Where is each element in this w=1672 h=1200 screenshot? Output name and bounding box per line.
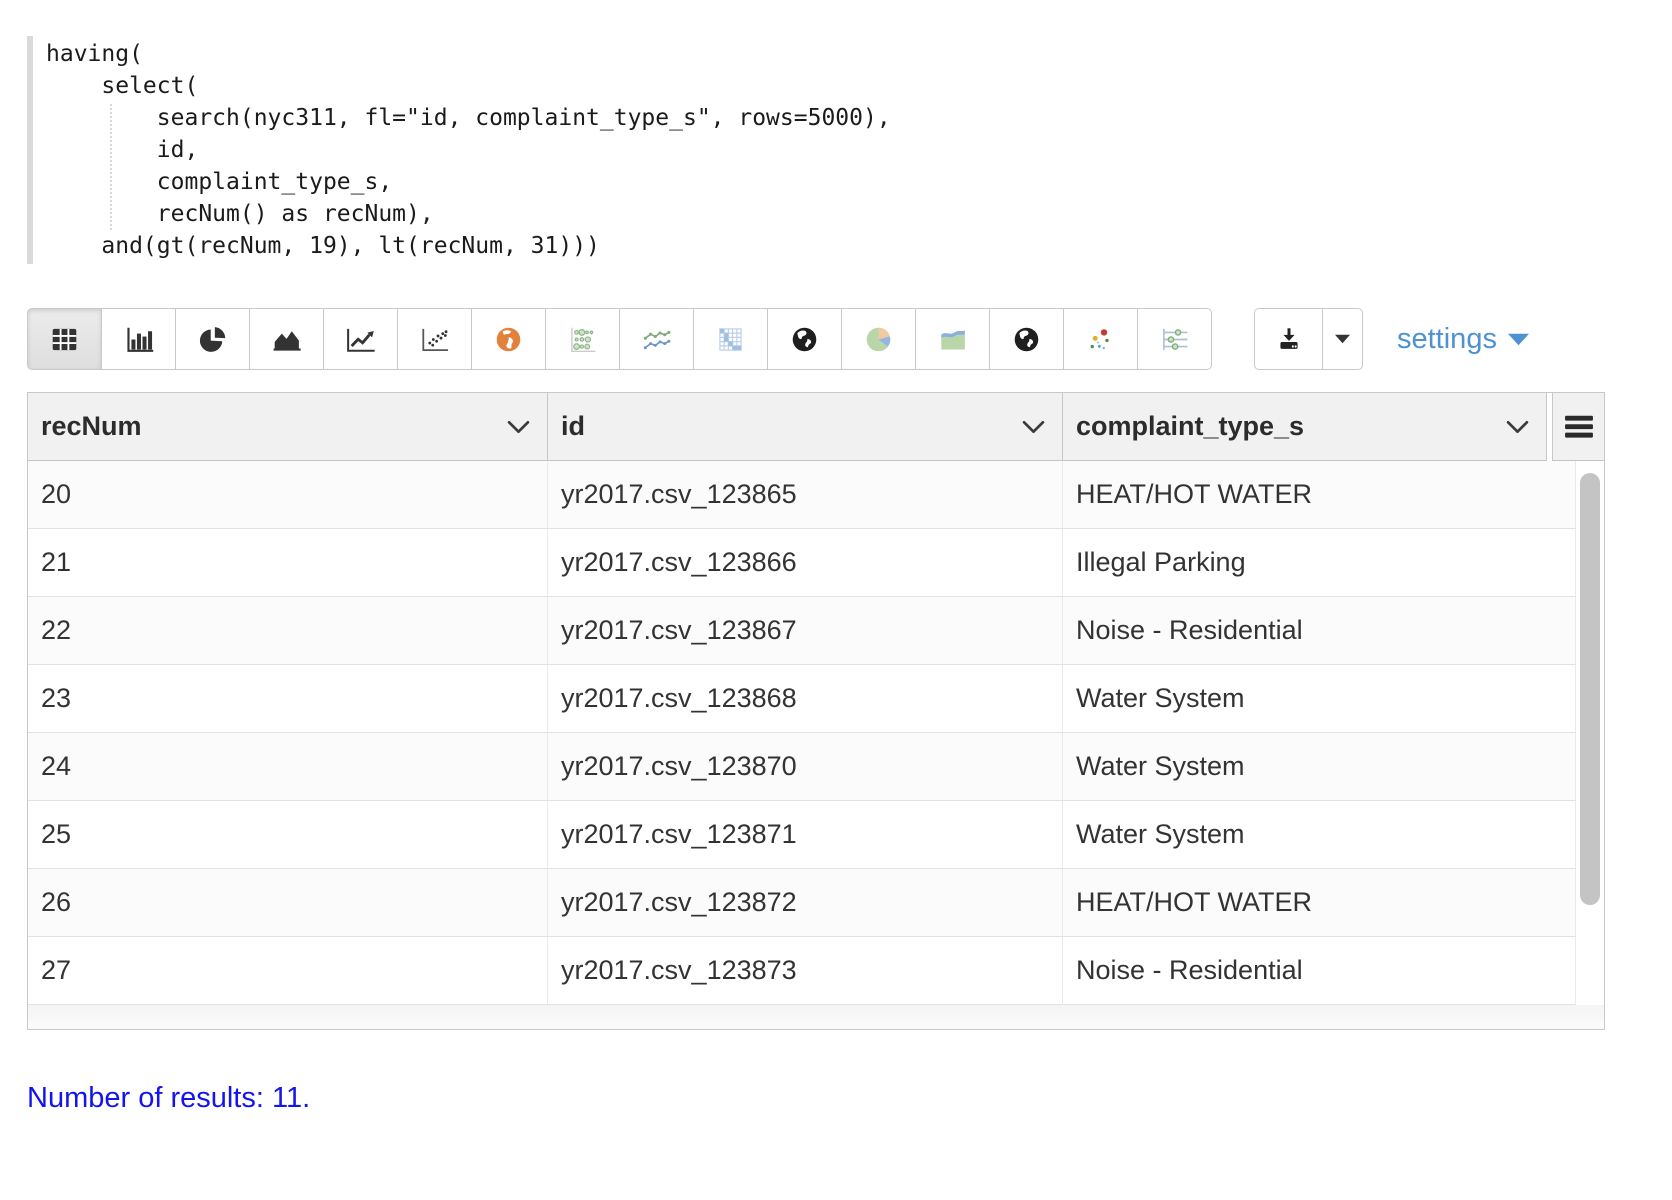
- area-chart-icon: [270, 323, 303, 356]
- cell-complaint-type: Water System: [1063, 801, 1576, 868]
- cell-recnum: 22: [28, 597, 548, 664]
- area-chart-button[interactable]: [249, 308, 324, 370]
- results-count: Number of results: 11.: [27, 1082, 1672, 1115]
- scatter-plot-button[interactable]: [397, 308, 472, 370]
- map-button[interactable]: [471, 308, 546, 370]
- scatter-plot-icon: [418, 323, 451, 356]
- table-body: 20 yr2017.csv_123865 HEAT/HOT WATER 21 y…: [28, 461, 1604, 1005]
- bar-chart-icon: [122, 323, 155, 356]
- table-row: 20 yr2017.csv_123865 HEAT/HOT WATER: [28, 461, 1576, 529]
- table-row: 26 yr2017.csv_123872 HEAT/HOT WATER: [28, 869, 1576, 937]
- sort-chevron-icon[interactable]: [1506, 420, 1529, 434]
- cell-complaint-type: Noise - Residential: [1063, 937, 1576, 1004]
- cell-complaint-type: Noise - Residential: [1063, 597, 1576, 664]
- bubble-chart-button[interactable]: [545, 308, 620, 370]
- cell-complaint-type: HEAT/HOT WATER: [1063, 461, 1576, 528]
- settings-label: settings: [1397, 323, 1497, 356]
- cell-complaint-type: HEAT/HOT WATER: [1063, 869, 1576, 936]
- bubble-matrix-icon: [566, 323, 599, 356]
- sort-chevron-icon[interactable]: [1022, 420, 1045, 434]
- table-row: 23 yr2017.csv_123868 Water System: [28, 665, 1576, 733]
- multi-line-chart-button[interactable]: [619, 308, 694, 370]
- cell-recnum: 23: [28, 665, 548, 732]
- globe-icon: [788, 323, 821, 356]
- pie-chart-color-button[interactable]: [841, 308, 916, 370]
- table-row: 22 yr2017.csv_123867 Noise - Residential: [28, 597, 1576, 665]
- map-orange-globe-icon: [492, 323, 525, 356]
- cell-recnum: 20: [28, 461, 548, 528]
- scrollbar-thumb[interactable]: [1580, 473, 1600, 905]
- cell-id: yr2017.csv_123871: [548, 801, 1063, 868]
- heatmap-button[interactable]: [693, 308, 768, 370]
- cell-id: yr2017.csv_123868: [548, 665, 1063, 732]
- cell-recnum: 24: [28, 733, 548, 800]
- globe-2-icon: [1010, 323, 1043, 356]
- pie-chart-button[interactable]: [175, 308, 250, 370]
- table-body-wrap: 20 yr2017.csv_123865 HEAT/HOT WATER 21 y…: [28, 461, 1604, 1005]
- download-icon: [1274, 324, 1304, 354]
- cell-id: yr2017.csv_123873: [548, 937, 1063, 1004]
- scatter-color-button[interactable]: [1063, 308, 1138, 370]
- column-header-complaint-type[interactable]: complaint_type_s: [1063, 393, 1547, 461]
- column-label: complaint_type_s: [1076, 411, 1304, 442]
- settings-link[interactable]: settings: [1397, 308, 1529, 370]
- results-table: recNum id complaint_type_s: [27, 392, 1605, 1030]
- download-button-group: [1254, 308, 1363, 370]
- bar-chart-button[interactable]: [101, 308, 176, 370]
- column-label: id: [561, 411, 585, 442]
- table-bottom-strip: [28, 1005, 1604, 1029]
- multi-line-chart-icon: [640, 323, 673, 356]
- code-block: having( select( search(nyc311, fl="id, c…: [27, 36, 1672, 264]
- heatmap-icon: [714, 323, 747, 356]
- query-code: having( select( search(nyc311, fl="id, c…: [46, 38, 891, 262]
- cell-id: yr2017.csv_123866: [548, 529, 1063, 596]
- chart-type-toolbar: settings: [27, 308, 1672, 370]
- code-gutter: [27, 36, 33, 264]
- parallel-coordinates-button[interactable]: [1137, 308, 1212, 370]
- globe-chart-2-button[interactable]: [989, 308, 1064, 370]
- table-icon: [48, 323, 81, 356]
- cell-complaint-type: Water System: [1063, 665, 1576, 732]
- hamburger-icon: [1564, 414, 1594, 440]
- download-button[interactable]: [1254, 308, 1323, 370]
- cell-recnum: 26: [28, 869, 548, 936]
- column-label: recNum: [41, 411, 142, 442]
- scatter-color-icon: [1084, 323, 1117, 356]
- pie-chart-color-icon: [862, 323, 895, 356]
- cell-recnum: 27: [28, 937, 548, 1004]
- pie-chart-icon: [196, 323, 229, 356]
- line-chart-icon: [344, 323, 377, 356]
- settings-caret-icon: [1508, 333, 1529, 346]
- sort-chevron-icon[interactable]: [507, 420, 530, 434]
- cell-recnum: 21: [28, 529, 548, 596]
- table-row: 25 yr2017.csv_123871 Water System: [28, 801, 1576, 869]
- table-menu-button[interactable]: [1552, 393, 1604, 461]
- table-row: 27 yr2017.csv_123873 Noise - Residential: [28, 937, 1576, 1005]
- download-dropdown-button[interactable]: [1322, 308, 1363, 370]
- indent-guide: [110, 104, 112, 230]
- cell-complaint-type: Water System: [1063, 733, 1576, 800]
- column-header-id[interactable]: id: [548, 393, 1063, 461]
- parallel-coordinates-icon: [1158, 323, 1191, 356]
- cell-id: yr2017.csv_123867: [548, 597, 1063, 664]
- cell-id: yr2017.csv_123870: [548, 733, 1063, 800]
- table-row: 24 yr2017.csv_123870 Water System: [28, 733, 1576, 801]
- area-chart-color-icon: [936, 323, 969, 356]
- column-header-recnum[interactable]: recNum: [28, 393, 548, 461]
- area-chart-color-button[interactable]: [915, 308, 990, 370]
- globe-chart-button[interactable]: [767, 308, 842, 370]
- caret-down-icon: [1335, 334, 1350, 344]
- cell-recnum: 25: [28, 801, 548, 868]
- cell-id: yr2017.csv_123872: [548, 869, 1063, 936]
- table-scrollbar[interactable]: [1576, 461, 1604, 1005]
- line-chart-button[interactable]: [323, 308, 398, 370]
- table-view-button[interactable]: [27, 308, 102, 370]
- cell-id: yr2017.csv_123865: [548, 461, 1063, 528]
- cell-complaint-type: Illegal Parking: [1063, 529, 1576, 596]
- table-header: recNum id complaint_type_s: [28, 393, 1604, 461]
- table-row: 21 yr2017.csv_123866 Illegal Parking: [28, 529, 1576, 597]
- chart-type-button-group: [27, 308, 1212, 370]
